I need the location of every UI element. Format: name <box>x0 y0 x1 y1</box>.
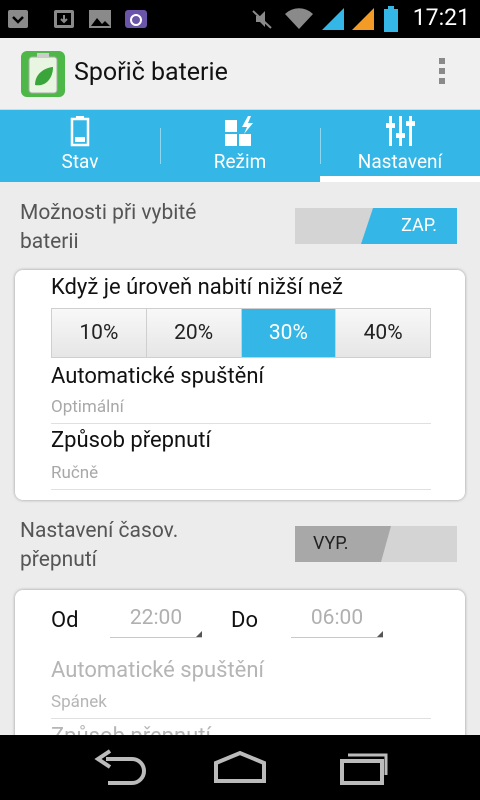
switch-mode-label[interactable]: Způsob přepnutí <box>51 428 211 453</box>
download-icon <box>54 10 74 28</box>
signal-icon <box>322 8 344 30</box>
auto-start-label[interactable]: Automatické spuštění <box>51 364 264 389</box>
toggle-label: ZAP. <box>401 215 437 236</box>
tab-label: Režim <box>213 150 267 173</box>
divider <box>51 718 431 719</box>
from-label: Od <box>51 608 79 633</box>
app-title: Spořič baterie <box>74 58 228 87</box>
low-battery-card: Když je úroveň nabití nižší než 10% 20% … <box>15 270 465 500</box>
sliders-icon <box>386 116 415 146</box>
tab-nastaveni[interactable]: Nastavení <box>320 110 480 182</box>
threshold-option-20[interactable]: 20% <box>146 309 242 357</box>
threshold-option-10[interactable]: 10% <box>52 309 147 357</box>
home-icon[interactable] <box>212 749 268 785</box>
notification-icon <box>8 10 28 28</box>
timed-auto-start-value: Spánek <box>51 692 107 712</box>
signal-icon <box>352 8 374 30</box>
divider <box>51 423 431 424</box>
threshold-selector: 10% 20% 30% 40% <box>51 308 431 358</box>
back-icon[interactable] <box>92 749 148 785</box>
timed-auto-start-label[interactable]: Automatické spuštění <box>51 658 264 683</box>
wifi-icon <box>285 8 313 29</box>
threshold-option-40[interactable]: 40% <box>336 309 430 357</box>
tab-rezim[interactable]: Režim <box>160 110 320 182</box>
threshold-label: Když je úroveň nabití nižší než <box>51 275 343 300</box>
settings-content[interactable]: Možnosti při vybité baterii ZAP. Když je… <box>0 182 480 735</box>
low-battery-toggle[interactable]: ZAP. <box>295 208 457 244</box>
from-time-field[interactable]: 22:00 <box>110 606 202 638</box>
recent-apps-icon[interactable] <box>334 749 390 785</box>
tab-bar: Stav Režim Nastavení <box>0 110 480 182</box>
tab-stav[interactable]: Stav <box>0 110 160 182</box>
auto-start-value: Optimální <box>51 397 124 417</box>
navigation-bar <box>0 735 480 800</box>
mute-icon <box>252 10 272 29</box>
tab-label: Stav <box>61 150 99 173</box>
battery-leaf-icon <box>21 51 65 97</box>
mode-icon <box>225 116 253 146</box>
low-battery-section-title: Možnosti při vybité baterii <box>20 201 197 254</box>
camera-icon <box>125 10 147 28</box>
tab-label: Nastavení <box>357 150 443 173</box>
to-label: Do <box>231 608 258 633</box>
action-bar: Spořič baterie <box>0 38 480 110</box>
divider <box>51 489 431 490</box>
to-time-field[interactable]: 06:00 <box>291 606 383 638</box>
overflow-menu-icon[interactable] <box>438 58 446 90</box>
timed-card: Od 22:00 Do 06:00 Automatické spuštění S… <box>15 590 465 735</box>
image-icon <box>89 10 111 28</box>
status-bar: 17:21 <box>0 0 480 38</box>
timed-switch-mode-label[interactable]: Způsob přepnutí <box>51 724 211 735</box>
threshold-option-30[interactable]: 30% <box>241 309 337 357</box>
timed-section-title: Nastavení časov. přepnutí <box>20 519 179 572</box>
battery-icon <box>70 116 90 147</box>
battery-icon <box>384 6 398 32</box>
timed-toggle[interactable]: VYP. <box>295 526 457 562</box>
toggle-label: VYP. <box>313 533 349 554</box>
clock: 17:21 <box>412 4 470 31</box>
switch-mode-value: Ručně <box>51 463 99 483</box>
